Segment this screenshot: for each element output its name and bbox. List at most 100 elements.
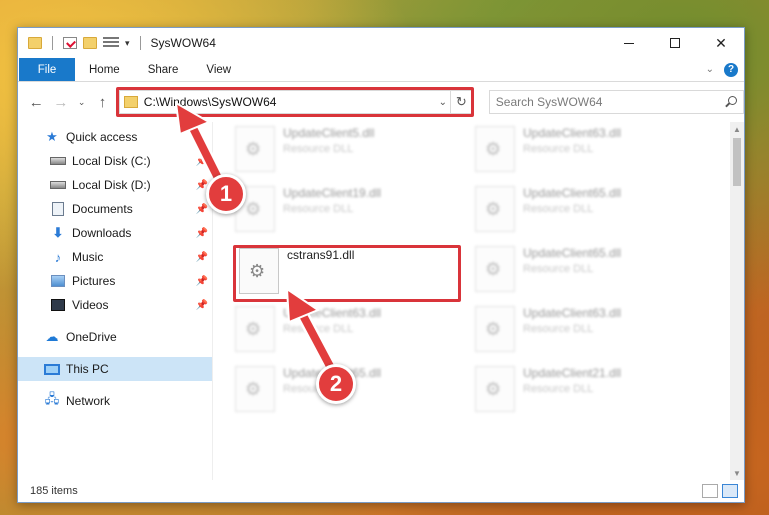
window-title: SysWOW64 <box>150 36 216 50</box>
refresh-icon[interactable]: ↻ <box>449 91 472 113</box>
back-button[interactable]: ← <box>26 91 47 113</box>
divider <box>52 36 53 50</box>
sidebar-item-local-disk-c[interactable]: Local Disk (C:) 📌 <box>18 149 212 173</box>
expand-ribbon-icon[interactable]: ⌄ <box>706 64 714 75</box>
file-name: UpdateClient5.dll <box>283 126 375 140</box>
tab-view[interactable]: View <box>192 58 245 81</box>
sidebar-item-videos[interactable]: Videos 📌 <box>18 293 212 317</box>
details-view-icon[interactable] <box>702 484 718 498</box>
callout-step-2: 2 <box>316 364 356 404</box>
search-icon[interactable] <box>725 96 737 108</box>
network-icon: 🖧 <box>44 391 60 406</box>
divider <box>139 36 141 50</box>
recent-locations-dropdown[interactable]: ⌄ <box>75 97 88 108</box>
file-tile[interactable]: UpdateClient63.dll Resource DLL <box>475 306 695 362</box>
disk-icon <box>50 154 66 168</box>
file-tile[interactable]: UpdateClient5.dll Resource DLL <box>235 126 455 182</box>
address-path[interactable]: C:\Windows\SysWOW64 <box>144 95 436 109</box>
file-tile[interactable]: UpdateClient19.dll Resource DLL <box>235 186 455 242</box>
sidebar-item-label: Local Disk (D:) <box>72 178 151 192</box>
callout-step-1: 1 <box>206 174 246 214</box>
dll-file-icon <box>235 366 275 412</box>
disk-shape <box>50 181 66 189</box>
file-name: cstrans91.dll <box>287 248 355 262</box>
sidebar-item-network[interactable]: 🖧 Network <box>18 389 212 413</box>
file-name: UpdateClient63.dll <box>523 306 622 320</box>
file-type: Resource DLL <box>523 323 594 335</box>
sidebar-item-label: Network <box>66 394 111 408</box>
videos-icon <box>50 298 66 312</box>
sidebar-item-label: Downloads <box>72 226 132 240</box>
sidebar-item-label: Documents <box>72 202 133 216</box>
this-pc-icon <box>44 362 60 376</box>
dll-file-icon <box>475 246 515 292</box>
dll-file-icon <box>235 126 275 172</box>
scroll-up-icon[interactable]: ▲ <box>730 122 744 136</box>
sidebar-item-music[interactable]: ♪ Music 📌 <box>18 245 212 269</box>
minimize-button[interactable] <box>606 28 652 58</box>
file-tile-cstrans91[interactable]: cstrans91.dll <box>239 248 459 304</box>
pin-icon: 📌 <box>195 227 208 239</box>
sidebar-item-documents[interactable]: Documents 📌 <box>18 197 212 221</box>
file-tile[interactable]: UpdateClient65.dll Resource DLL <box>475 186 695 242</box>
dll-file-icon <box>475 306 515 352</box>
pin-icon: 📌 <box>195 155 208 167</box>
close-button[interactable]: ✕ <box>698 28 744 58</box>
file-tile[interactable]: UpdateClient63.dll Resource DLL <box>475 126 695 182</box>
maximize-icon <box>670 38 680 48</box>
document-shape <box>52 202 64 216</box>
pictures-icon <box>50 274 66 288</box>
view-switcher <box>702 484 744 498</box>
dll-file-icon <box>475 186 515 232</box>
search-input[interactable]: Search SysWOW64 <box>496 95 725 109</box>
picture-shape <box>51 275 65 287</box>
sidebar-item-label: Pictures <box>72 274 116 288</box>
file-name: UpdateClient21.dll <box>523 366 622 380</box>
sidebar-item-label: Videos <box>72 298 109 312</box>
file-name: UpdateClient19.dll <box>283 186 382 200</box>
scrollbar-thumb[interactable] <box>733 138 741 186</box>
file-tile[interactable]: UpdateClient65.dll Resource DLL <box>475 246 695 302</box>
minimize-icon <box>624 42 634 44</box>
sidebar-item-pictures[interactable]: Pictures 📌 <box>18 269 212 293</box>
sidebar-item-downloads[interactable]: ⬇ Downloads 📌 <box>18 221 212 245</box>
view-toggle-icon[interactable] <box>103 37 119 49</box>
file-name: UpdateClient63.dll <box>523 126 622 140</box>
sidebar-item-label: OneDrive <box>66 330 117 344</box>
file-type: Resource DLL <box>523 263 594 275</box>
large-icons-view-icon[interactable] <box>722 484 738 498</box>
tab-file[interactable]: File <box>19 58 75 81</box>
ribbon-right: ⌄ ? <box>706 58 744 81</box>
sidebar-item-onedrive[interactable]: ☁ OneDrive <box>18 325 212 349</box>
up-button[interactable]: ↑ <box>92 91 113 113</box>
sidebar-item-quick-access[interactable]: ★ Quick access <box>18 125 212 149</box>
address-dropdown-icon[interactable]: ⌄ <box>436 97 450 108</box>
disk-icon <box>50 178 66 192</box>
search-box[interactable]: Search SysWOW64 <box>488 90 744 114</box>
maximize-button[interactable] <box>652 28 698 58</box>
vertical-scrollbar[interactable]: ▲ ▼ <box>730 122 744 480</box>
monitor-shape <box>44 363 60 375</box>
tab-share[interactable]: Share <box>134 58 193 81</box>
customize-toolbar-dropdown[interactable]: ▾ <box>125 38 130 49</box>
address-bar[interactable]: C:\Windows\SysWOW64 ⌄ ↻ <box>118 90 473 114</box>
onedrive-icon: ☁ <box>45 329 59 344</box>
file-explorer-window: ▾ SysWOW64 ✕ File Home Share View ⌄ ? ← … <box>17 27 745 503</box>
properties-icon[interactable] <box>63 37 77 49</box>
title-bar: ▾ SysWOW64 ✕ <box>18 28 744 58</box>
status-bar: 185 items <box>18 480 744 502</box>
help-icon[interactable]: ? <box>724 62 738 77</box>
tab-home[interactable]: Home <box>75 58 134 81</box>
ribbon-tabs: File Home Share View ⌄ ? <box>18 58 744 82</box>
file-name: UpdateClient65.dll <box>523 186 622 200</box>
scroll-down-icon[interactable]: ▼ <box>730 466 744 480</box>
sidebar-item-local-disk-d[interactable]: Local Disk (D:) 📌 <box>18 173 212 197</box>
forward-button[interactable]: → <box>51 91 72 113</box>
file-tile[interactable]: UpdateClient63.dll Resource DLL <box>235 306 455 362</box>
file-tile[interactable]: UpdateClient21.dll Resource DLL <box>475 366 695 422</box>
sidebar-item-this-pc[interactable]: This PC <box>18 357 212 381</box>
new-folder-icon[interactable] <box>83 37 97 49</box>
